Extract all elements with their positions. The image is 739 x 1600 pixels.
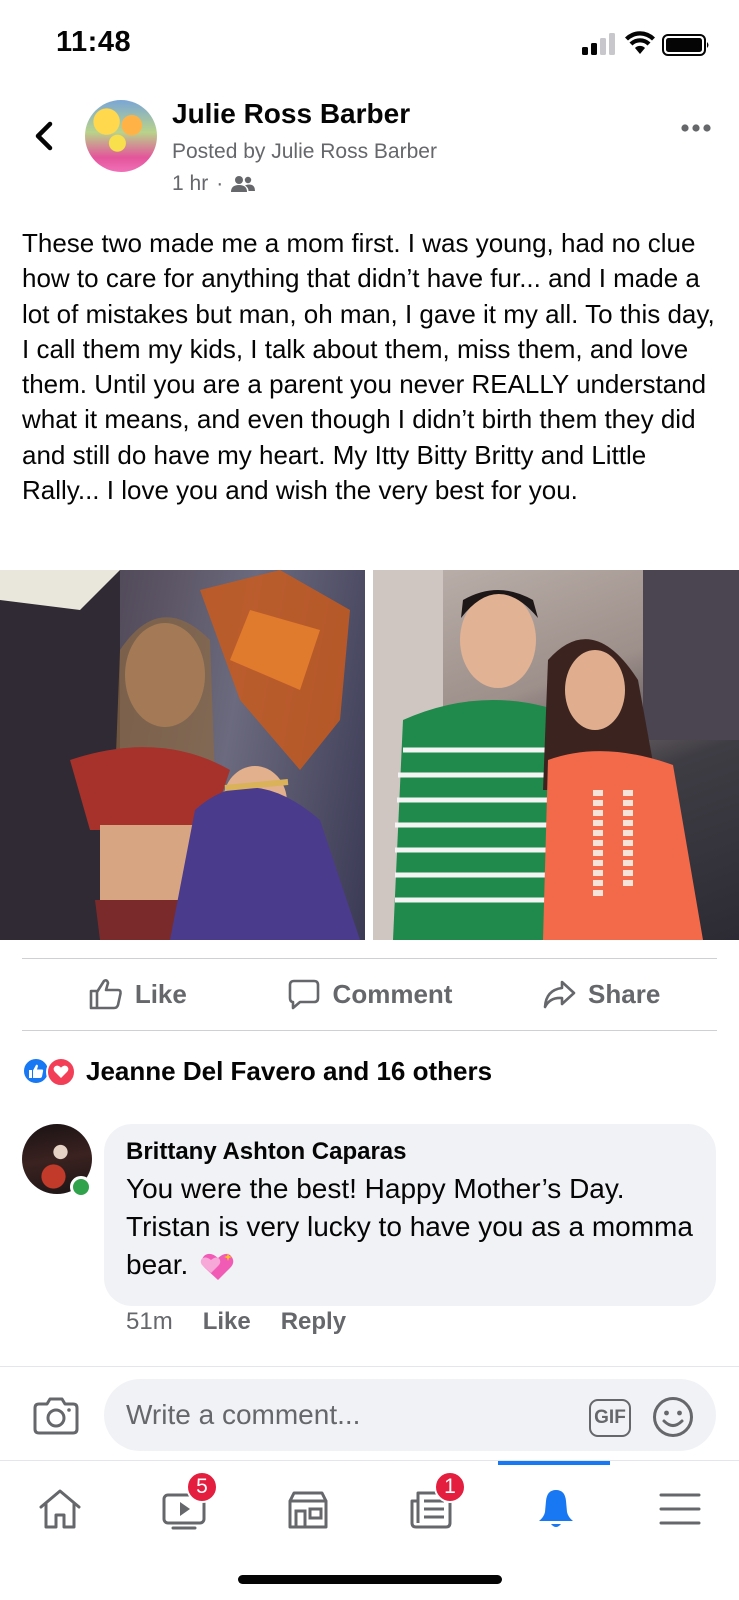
tab-news[interactable]: 1 [402, 1471, 466, 1539]
comment-like-link[interactable]: Like [203, 1308, 251, 1336]
actions-bottom-divider [22, 1030, 717, 1031]
post-meta: 1 hr · [172, 172, 256, 196]
friends-icon [231, 176, 256, 192]
menu-icon [659, 1493, 701, 1525]
news-badge: 1 [434, 1471, 466, 1503]
reactions-summary[interactable]: Jeanne Del Favero and 16 others [22, 1054, 492, 1088]
status-bar: 11:48 [0, 0, 739, 88]
love-reaction-icon [46, 1057, 76, 1087]
comment-reply-link[interactable]: Reply [281, 1308, 346, 1336]
tab-watch[interactable]: 5 [154, 1471, 218, 1539]
meta-separator: · [216, 172, 224, 195]
comment-composer: GIF [0, 1366, 739, 1460]
photo-1-image [0, 570, 360, 940]
tab-menu[interactable] [650, 1479, 710, 1539]
cellular-signal-icon [582, 33, 616, 55]
comment-text-wrap: You were the best! Happy Mother’s Day. T… [126, 1170, 694, 1284]
wifi-icon [625, 31, 655, 54]
back-arrow-icon[interactable] [26, 116, 62, 156]
marketplace-icon [288, 1491, 328, 1529]
gif-button[interactable]: GIF [589, 1399, 631, 1437]
home-indicator[interactable] [238, 1575, 502, 1584]
like-label: Like [134, 978, 187, 1009]
author-avatar[interactable] [85, 100, 157, 172]
reaction-icons [22, 1055, 80, 1087]
comment-footer: 51m Like Reply [126, 1308, 346, 1336]
post-actions: Like Comment Share [22, 958, 717, 1030]
emoji-icon[interactable] [652, 1396, 694, 1438]
post-header: Julie Ross Barber Posted by Julie Ross B… [0, 96, 739, 206]
photo-2-image [373, 570, 739, 940]
status-time: 11:48 [56, 26, 132, 58]
author-name[interactable]: Julie Ross Barber [172, 98, 410, 130]
sparkling-heart-emoji-icon [200, 1252, 234, 1280]
thumbs-up-icon [89, 979, 122, 1010]
more-options-icon[interactable] [680, 122, 712, 134]
post-time[interactable]: 1 hr [172, 172, 208, 196]
active-tab-indicator [498, 1461, 610, 1465]
tab-marketplace[interactable] [278, 1479, 338, 1539]
posted-by-label: Posted by Julie Ross Barber [172, 140, 437, 163]
comment-label: Comment [332, 978, 453, 1009]
post-photo-2[interactable] [373, 570, 739, 940]
share-arrow-icon [543, 980, 576, 1009]
comment-icon [288, 979, 319, 1010]
post-photo-1[interactable] [0, 570, 365, 940]
post-photos [0, 570, 739, 940]
online-status-dot [70, 1176, 92, 1198]
share-label: Share [588, 978, 661, 1009]
bottom-tab-bar: 5 1 [0, 1460, 739, 1550]
post-text: These two made me a mom first. I was you… [22, 228, 715, 506]
share-button[interactable]: Share [485, 958, 717, 1030]
commenter-name[interactable]: Brittany Ashton Caparas [126, 1138, 694, 1166]
bell-icon [539, 1490, 573, 1527]
tab-home[interactable] [30, 1479, 90, 1539]
watch-badge: 5 [186, 1471, 218, 1503]
comment-time: 51m [126, 1308, 173, 1335]
comment-button[interactable]: Comment [254, 958, 486, 1030]
reactions-text: Jeanne Del Favero and 16 others [86, 1055, 493, 1086]
tab-notifications[interactable] [526, 1479, 586, 1539]
camera-icon[interactable] [33, 1395, 79, 1435]
home-icon [39, 1489, 81, 1529]
battery-icon [662, 34, 709, 56]
like-button[interactable]: Like [22, 958, 254, 1030]
comment-bubble[interactable]: Brittany Ashton Caparas You were the bes… [104, 1124, 716, 1306]
